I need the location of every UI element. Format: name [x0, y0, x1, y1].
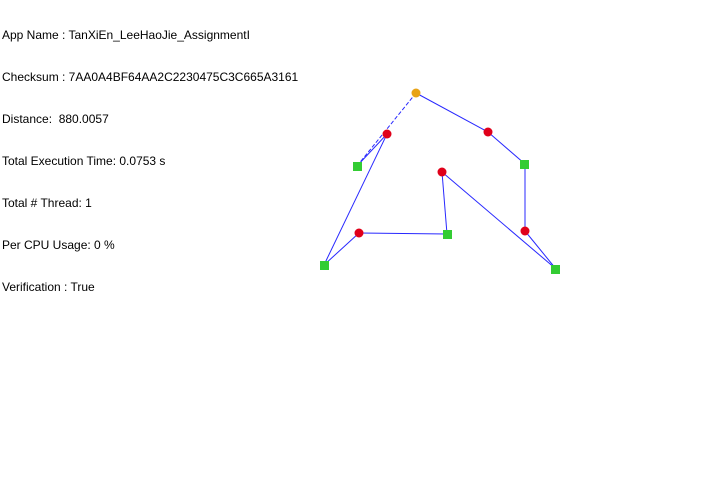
dropoff-node	[520, 160, 529, 169]
dropoff-node	[320, 261, 329, 270]
pickup-node	[483, 127, 493, 137]
pickup-node	[437, 167, 447, 177]
pickup-node	[382, 129, 392, 139]
route-segment	[323, 133, 388, 266]
pickup-node	[354, 228, 364, 238]
return-segment	[356, 92, 417, 167]
route-canvas	[320, 88, 560, 274]
dropoff-node	[353, 162, 362, 171]
dropoff-node	[443, 230, 452, 239]
route-segment	[487, 131, 526, 165]
pickup-node	[520, 226, 530, 236]
route-segment	[415, 92, 489, 133]
route-segment	[441, 171, 448, 235]
route-segment	[323, 232, 360, 266]
route-segment	[441, 171, 557, 270]
dropoff-node	[551, 265, 560, 274]
route-lines	[323, 92, 557, 270]
depot-node	[411, 88, 421, 98]
route-segment	[524, 230, 557, 270]
dropoff-nodes	[320, 160, 560, 274]
pickup-nodes	[354, 127, 530, 238]
route-segment	[358, 232, 448, 235]
